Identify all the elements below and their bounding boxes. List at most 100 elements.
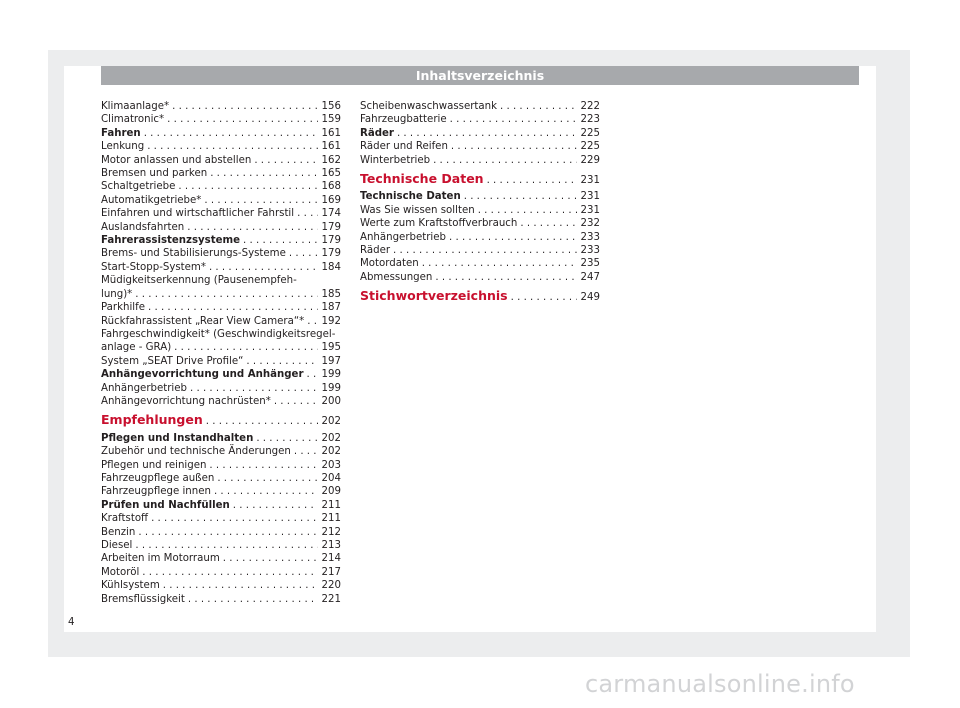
toc-entry[interactable]: Zubehör und technische Änderungen 202 (101, 445, 341, 458)
toc-entry[interactable]: Lenkung 161 (101, 140, 341, 153)
toc-entry[interactable]: Müdigkeitserkennung (Pausenempfeh-lung)*… (101, 274, 341, 301)
toc-entry-text: Fahrzeugpflege innen (101, 486, 211, 498)
toc-page-number: 168 (321, 181, 341, 193)
toc-entry[interactable]: Automatikgetriebe* 169 (101, 194, 341, 207)
toc-entry[interactable]: Was Sie wissen sollten 231 (360, 204, 600, 217)
toc-entry[interactable]: Räder 225 (360, 127, 600, 140)
toc-entry[interactable]: Klimaanlage* 156 (101, 100, 341, 113)
toc-entry[interactable]: Pflegen und Instandhalten 202 (101, 432, 341, 445)
toc-page-number: 225 (580, 127, 600, 139)
dot-leader (294, 445, 318, 458)
toc-entry[interactable]: Benzin 212 (101, 526, 341, 539)
toc-entry[interactable]: Winterbetrieb 229 (360, 154, 600, 167)
toc-entry[interactable]: Pflegen und reinigen 203 (101, 459, 341, 472)
toc-entry-text: Empfehlungen (101, 412, 203, 428)
toc-page-number: 221 (321, 593, 341, 605)
toc-entry[interactable]: Anhängerbetrieb 199 (101, 382, 341, 395)
toc-entry[interactable]: Anhängevorrichtung und Anhänger 199 (101, 368, 341, 381)
toc-entry-text: Kraftstoff (101, 513, 149, 525)
toc-page-number: 231 (580, 175, 600, 187)
toc-page-number: 233 (580, 245, 600, 257)
toc-entry[interactable]: Räder 233 (360, 244, 600, 257)
toc-entry[interactable]: Kühlsystem 220 (101, 579, 341, 592)
toc-entry-text: Technische Daten (360, 171, 484, 187)
toc-entry[interactable]: Motordaten 235 (360, 257, 600, 270)
dot-leader (138, 526, 318, 539)
toc-entry[interactable]: Climatronic* 159 (101, 113, 341, 126)
toc-entry[interactable]: Fahrzeugpflege außen 204 (101, 472, 341, 485)
toc-entry[interactable]: Fahrzeugbatterie 223 (360, 113, 600, 126)
dot-leader (464, 190, 577, 203)
toc-page-number: 203 (321, 459, 341, 471)
toc-entry[interactable]: Brems- und Stabilisierungs-Systeme 179 (101, 247, 341, 260)
toc-entry[interactable]: Technische Daten 231 (360, 190, 600, 203)
toc-entry-text: Benzin (101, 526, 136, 538)
toc-entry[interactable]: Scheibenwaschwassertank 222 (360, 100, 600, 113)
toc-entry[interactable]: Fahrzeugpflege innen 209 (101, 485, 341, 498)
toc-entry[interactable]: Rückfahrassistent „Rear View Camera“* 192 (101, 315, 341, 328)
toc-entry-text: Fahrerassistenzsysteme (101, 235, 241, 247)
toc-entry[interactable]: Diesel 213 (101, 539, 341, 552)
toc-entry[interactable]: Bremsflüssigkeit 221 (101, 593, 341, 606)
toc-section-heading[interactable]: Stichwortverzeichnis 249 (360, 289, 600, 304)
dot-leader (397, 127, 577, 140)
toc-page-number: 235 (580, 258, 600, 270)
dot-leader (148, 301, 318, 314)
toc-entry[interactable]: Prüfen und Nachfüllen 211 (101, 499, 341, 512)
toc-entry[interactable]: Kraftstoff 211 (101, 512, 341, 525)
toc-entry[interactable]: Fahrgeschwindigkeit* (Geschwindigkeitsre… (101, 328, 341, 355)
toc-page-number: 156 (321, 101, 341, 112)
toc-entry[interactable]: Fahren 161 (101, 127, 341, 140)
toc-page-number: 231 (580, 191, 600, 203)
toc-entry-text: Scheibenwaschwassertank (360, 101, 497, 112)
toc-entry-text: Bremsen und parken (101, 168, 208, 180)
toc-entry[interactable]: Motoröl 217 (101, 566, 341, 579)
toc-entry[interactable]: Motor anlassen und abstellen 162 (101, 154, 341, 167)
dot-leader (210, 167, 318, 180)
toc-entry-text: Auslandsfahrten (101, 221, 185, 233)
toc-entry[interactable]: Fahrerassistenzsysteme 179 (101, 234, 341, 247)
toc-entry[interactable]: Räder und Reifen 225 (360, 140, 600, 153)
toc-entry[interactable]: Anhängerbetrieb 233 (360, 231, 600, 244)
toc-entry[interactable]: Start-Stopp-System* 184 (101, 261, 341, 274)
toc-entry-text: Automatikgetriebe* (101, 194, 202, 206)
watermark: carmanualsonline.info (585, 670, 855, 698)
dot-leader (297, 207, 318, 220)
toc-entry[interactable]: Anhängevorrichtung nachrüsten* 200 (101, 395, 341, 408)
dot-leader (233, 499, 318, 512)
dot-leader (174, 341, 318, 354)
toc-page-number: 179 (321, 221, 341, 233)
dot-leader (511, 291, 577, 304)
toc-entry-text: Arbeiten im Motorraum (101, 553, 220, 565)
dot-leader (163, 579, 318, 592)
toc-page-number: 214 (321, 553, 341, 565)
toc-page-number: 184 (321, 261, 341, 273)
toc-entry-text: Brems- und Stabilisierungs-Systeme (101, 248, 286, 260)
toc-entry[interactable]: Einfahren und wirtschaftlicher Fahrstil 1… (101, 207, 341, 220)
toc-section-heading[interactable]: Empfehlungen 202 (101, 413, 341, 428)
toc-entry[interactable]: Auslandsfahrten 179 (101, 221, 341, 234)
dot-leader (450, 113, 577, 126)
toc-entry[interactable]: Bremsen und parken 165 (101, 167, 341, 180)
toc-entry[interactable]: Parkhilfe 187 (101, 301, 341, 314)
toc-entry-text: Anhängevorrichtung und Anhänger (101, 369, 304, 381)
toc-page-number: 162 (321, 154, 341, 166)
dot-leader (422, 257, 577, 270)
toc-page-number: 179 (321, 235, 341, 247)
dot-leader (223, 552, 318, 565)
toc-entry-text: Pflegen und Instandhalten (101, 432, 254, 444)
toc-page-number: 202 (321, 446, 341, 458)
toc-entry-text: Räder und Reifen (360, 141, 448, 153)
toc-entry[interactable]: System „SEAT Drive Profile“ 197 (101, 355, 341, 368)
toc-entry-text: Zubehör und technische Änderungen (101, 446, 291, 458)
toc-entry[interactable]: Abmessungen 247 (360, 271, 600, 284)
dot-leader (449, 231, 577, 244)
dot-leader (433, 154, 577, 167)
toc-section-heading[interactable]: Technische Daten 231 (360, 172, 600, 187)
toc-entry[interactable]: Arbeiten im Motorraum 214 (101, 552, 341, 565)
toc-entry-text: Lenkung (101, 141, 145, 153)
toc-entry[interactable]: Schaltgetriebe 168 (101, 180, 341, 193)
toc-entry-text: Bremsflüssigkeit (101, 593, 185, 605)
dot-leader (307, 368, 319, 381)
toc-entry[interactable]: Werte zum Kraftstoffverbrauch 232 (360, 217, 600, 230)
